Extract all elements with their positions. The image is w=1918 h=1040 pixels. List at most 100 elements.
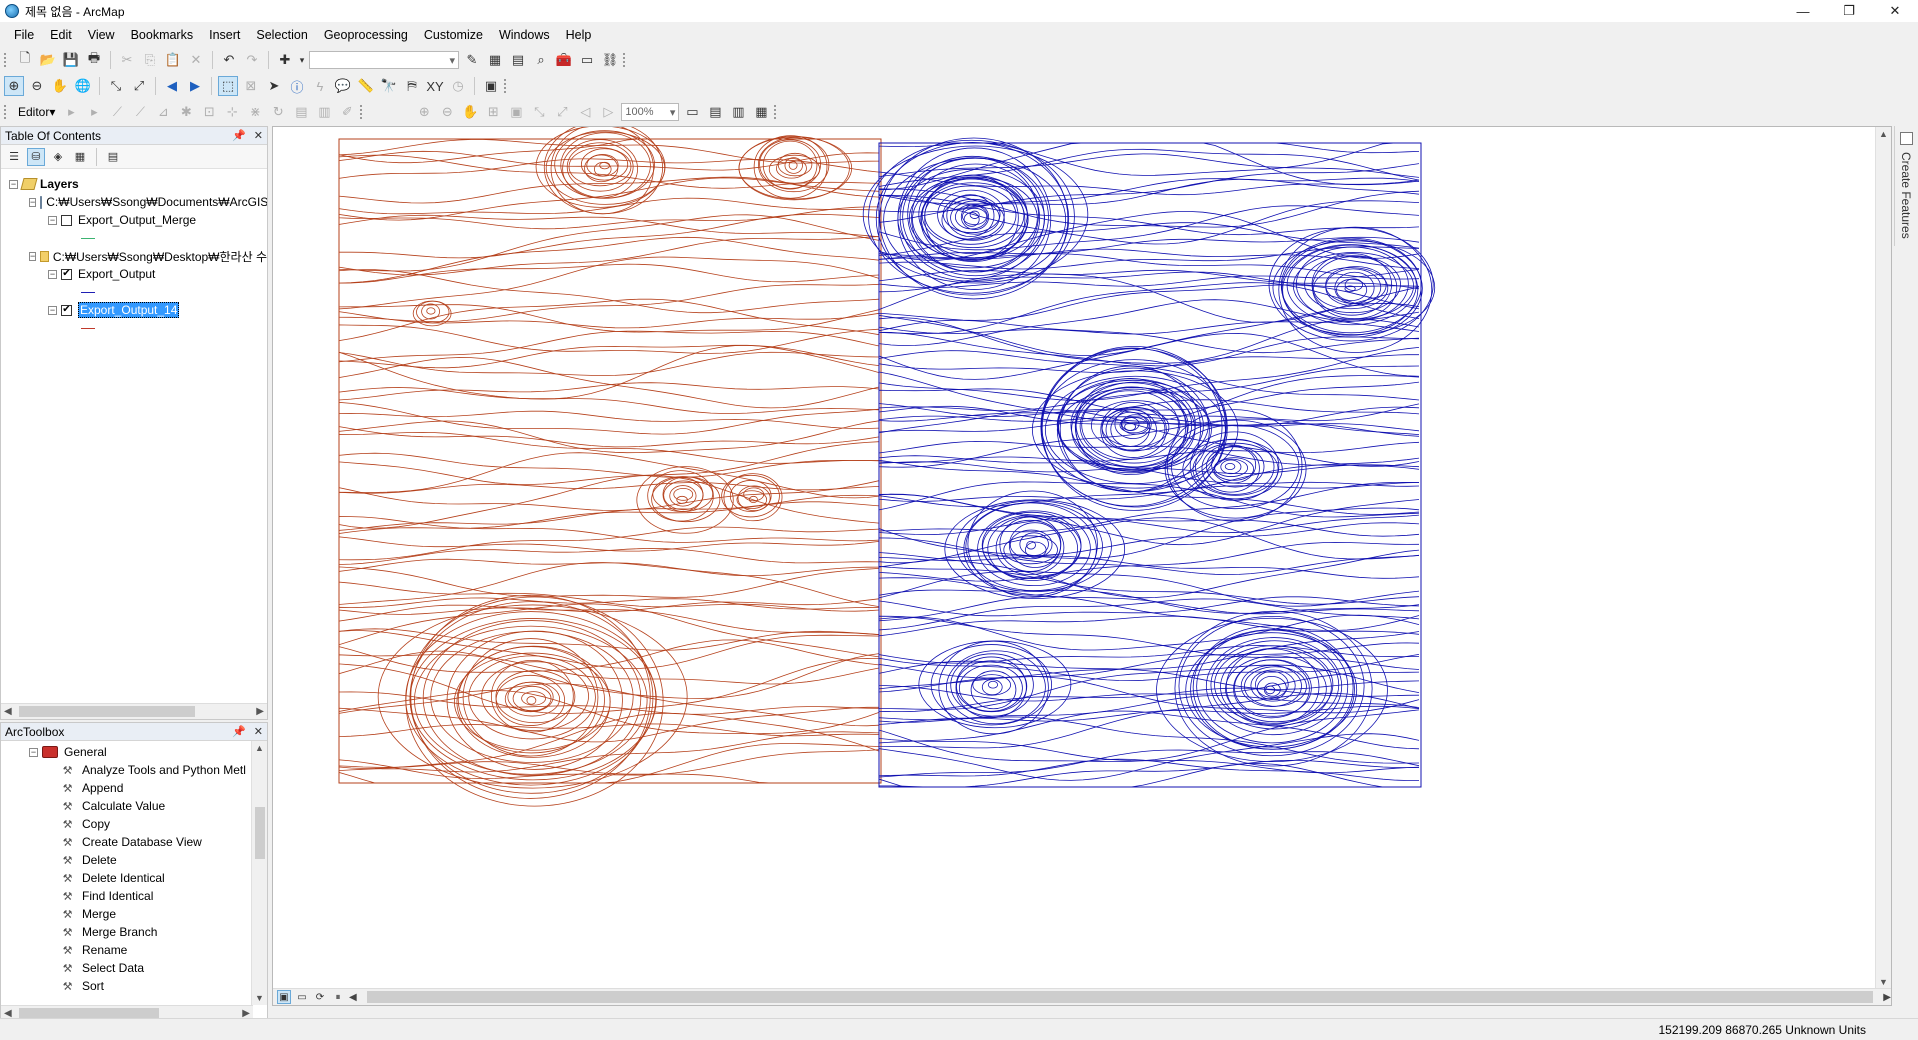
reshape-icon[interactable]: ⊹: [222, 102, 242, 122]
collapse-icon[interactable]: −: [29, 197, 37, 207]
scroll-right-icon[interactable]: ▶: [256, 706, 264, 717]
select-elements-icon[interactable]: ➤: [264, 76, 284, 96]
map-scale-combo[interactable]: ▾: [309, 51, 459, 69]
tool-item[interactable]: ⚒ Create Database View: [1, 833, 267, 851]
close-icon[interactable]: ✕: [254, 129, 263, 142]
menu-bookmarks[interactable]: Bookmarks: [123, 28, 202, 42]
cut-icon[interactable]: ✂: [117, 50, 137, 70]
new-document-icon[interactable]: 🗋: [15, 50, 35, 70]
menu-geoprocessing[interactable]: Geoprocessing: [316, 28, 416, 42]
time-slider-icon[interactable]: ◷: [448, 76, 468, 96]
tool-item[interactable]: ⚒ Select Data: [1, 959, 267, 977]
tool-item[interactable]: ⚒ Analyze Tools and Python Metl: [1, 761, 267, 779]
layer-row[interactable]: − Export_Output_Merge: [1, 211, 267, 229]
change-layout-icon[interactable]: ▥: [728, 102, 748, 122]
layer-visibility-checkbox[interactable]: ✔: [61, 304, 72, 316]
toggle-draft-mode-icon[interactable]: ▭: [682, 102, 702, 122]
list-by-selection-icon[interactable]: ▦: [71, 148, 89, 166]
collapse-icon[interactable]: −: [9, 179, 18, 189]
menu-help[interactable]: Help: [558, 28, 600, 42]
menu-file[interactable]: File: [6, 28, 42, 42]
scroll-right-icon[interactable]: ▶: [1883, 992, 1891, 1003]
clear-selection-icon[interactable]: ⊠: [241, 76, 261, 96]
layer-row[interactable]: − ✔ Export_Output: [1, 265, 267, 283]
menu-customize[interactable]: Customize: [416, 28, 491, 42]
save-icon[interactable]: 💾: [61, 50, 81, 70]
data-driven-pages-icon[interactable]: ▦: [751, 102, 771, 122]
paste-icon[interactable]: 📋: [163, 50, 183, 70]
collapse-icon[interactable]: −: [48, 269, 57, 279]
list-by-visibility-icon[interactable]: ◈: [49, 148, 67, 166]
list-by-drawing-order-icon[interactable]: ☰: [5, 148, 23, 166]
forward-extent-layout-icon[interactable]: ▷: [598, 102, 618, 122]
trace-icon[interactable]: ⊿: [153, 102, 173, 122]
pause-drawing-icon[interactable]: ⏸: [331, 990, 345, 1004]
layout-view-icon[interactable]: ▭: [295, 990, 309, 1004]
close-icon[interactable]: ✕: [254, 725, 263, 738]
zoom-out-icon[interactable]: ⊖: [27, 76, 47, 96]
zoom-100-icon[interactable]: ▣: [506, 102, 526, 122]
scroll-up-icon[interactable]: ▲: [1879, 129, 1888, 139]
viewer-window-icon[interactable]: ▣: [481, 76, 501, 96]
menu-selection[interactable]: Selection: [248, 28, 315, 42]
print-icon[interactable]: 🖶: [84, 50, 104, 70]
restore-button[interactable]: ❐: [1826, 0, 1872, 22]
layer-name-selected[interactable]: Export_Output_14: [78, 302, 180, 318]
add-data-icon[interactable]: ✚: [275, 50, 295, 70]
zoom-whole-page-icon[interactable]: ⊞: [483, 102, 503, 122]
measure-icon[interactable]: 📏: [356, 76, 376, 96]
scroll-thumb[interactable]: [255, 807, 265, 859]
sketch-properties-icon[interactable]: ▥: [314, 102, 334, 122]
tool-item[interactable]: ⚒ Rename: [1, 941, 267, 959]
edit-tool-icon[interactable]: ▸: [61, 102, 81, 122]
layout-pan-icon[interactable]: ✋: [460, 102, 480, 122]
collapse-icon[interactable]: −: [48, 215, 57, 225]
map-canvas[interactable]: [273, 127, 1873, 989]
copy-icon[interactable]: ⎘: [140, 50, 160, 70]
toolbar-grip[interactable]: [623, 53, 628, 67]
toc-horizontal-scrollbar[interactable]: ◀ ▶: [1, 703, 267, 719]
collapse-icon[interactable]: −: [29, 251, 37, 261]
workspace-row[interactable]: − C:₩Users₩Ssong₩Desktop₩한라산 수: [1, 247, 267, 265]
fixed-zoom-in-layout-icon[interactable]: ⤡: [529, 102, 549, 122]
pan-icon[interactable]: ✋: [50, 76, 70, 96]
map-horizontal-scroll-thumb[interactable]: [366, 991, 1874, 1003]
pin-icon[interactable]: 📌: [232, 725, 246, 738]
layer-visibility-checkbox[interactable]: ✔: [61, 268, 72, 280]
point-icon[interactable]: ✱: [176, 102, 196, 122]
toolset-row[interactable]: − General: [1, 743, 267, 761]
map-vertical-scrollbar[interactable]: ▲ ▼: [1875, 127, 1891, 989]
html-popup-icon[interactable]: 💬: [333, 76, 353, 96]
find-route-icon[interactable]: ⛿: [402, 76, 422, 96]
scroll-left-icon[interactable]: ◀: [4, 706, 12, 717]
scroll-down-icon[interactable]: ▼: [1879, 977, 1888, 987]
back-extent-icon[interactable]: ◀: [162, 76, 182, 96]
scroll-thumb[interactable]: [19, 706, 195, 717]
minimize-button[interactable]: —: [1780, 0, 1826, 22]
close-button[interactable]: ✕: [1872, 0, 1918, 22]
full-extent-icon[interactable]: 🌐: [73, 76, 93, 96]
data-frame-label[interactable]: Layers: [40, 177, 79, 191]
tree-root[interactable]: − Layers: [1, 175, 267, 193]
create-features-tab[interactable]: Create Features: [1894, 126, 1918, 246]
tool-item[interactable]: ⚒ Append: [1, 779, 267, 797]
toolbar-grip[interactable]: [4, 105, 9, 119]
fixed-zoom-in-icon[interactable]: ⤡: [106, 76, 126, 96]
tool-item[interactable]: ⚒ Find Identical: [1, 887, 267, 905]
forward-extent-icon[interactable]: ▶: [185, 76, 205, 96]
identify-icon[interactable]: ⓘ: [287, 76, 307, 96]
layout-zoom-out-icon[interactable]: ⊖: [437, 102, 457, 122]
split-icon[interactable]: ⋇: [245, 102, 265, 122]
catalog-icon[interactable]: ▤: [508, 50, 528, 70]
edit-vertices-icon[interactable]: ⊡: [199, 102, 219, 122]
scroll-left-icon[interactable]: ◀: [349, 992, 357, 1003]
layer-name[interactable]: Export_Output_Merge: [78, 213, 196, 227]
create-features-icon[interactable]: ✐: [337, 102, 357, 122]
editor-toolbar-icon[interactable]: ✎: [462, 50, 482, 70]
delete-icon[interactable]: ✕: [186, 50, 206, 70]
tool-item[interactable]: ⚒ Copy: [1, 815, 267, 833]
options-icon[interactable]: ▤: [104, 148, 122, 166]
focus-data-frame-icon[interactable]: ▤: [705, 102, 725, 122]
layout-zoom-in-icon[interactable]: ⊕: [414, 102, 434, 122]
menu-view[interactable]: View: [80, 28, 123, 42]
